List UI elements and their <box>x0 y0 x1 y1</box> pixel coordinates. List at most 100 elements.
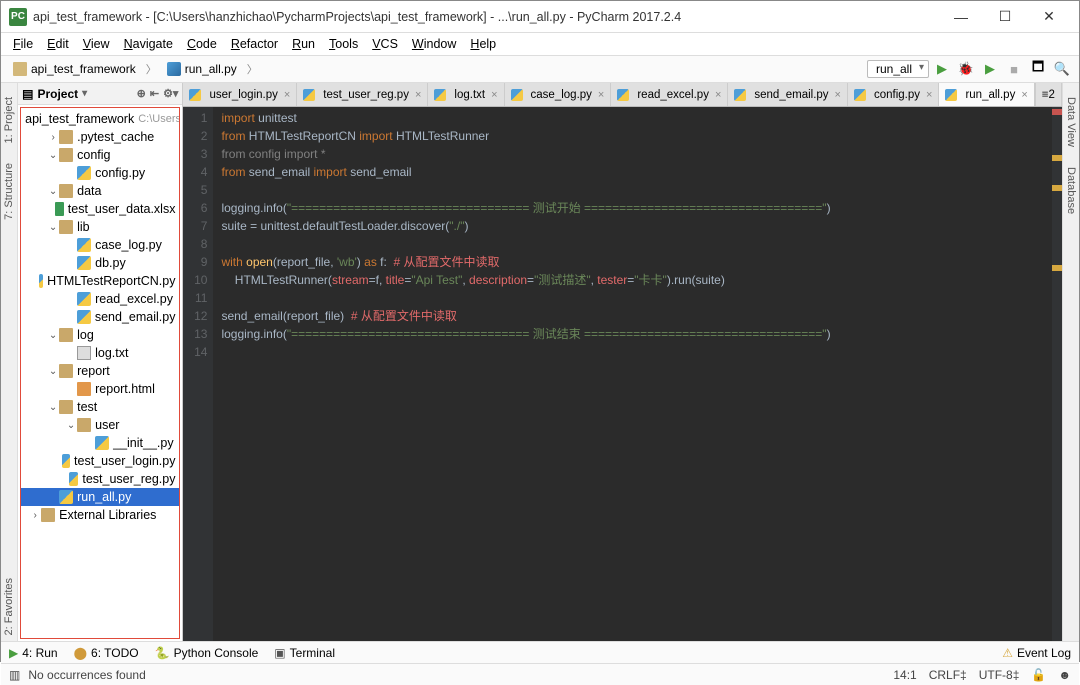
run-config-selector[interactable]: run_all <box>867 60 929 78</box>
run-coverage-button[interactable]: ▶ <box>979 58 1001 80</box>
editor-tab-test_user_reg-py[interactable]: test_user_reg.py× <box>297 83 428 106</box>
tool-4-run[interactable]: ▶4: Run <box>9 646 58 660</box>
tree-item-test_user_login-py[interactable]: test_user_login.py <box>21 452 179 470</box>
tool-tab-project[interactable]: 1: Project <box>1 91 17 149</box>
tool-terminal[interactable]: ▣Terminal <box>274 646 335 660</box>
tree-item--pytest_cache[interactable]: ›.pytest_cache <box>21 128 179 146</box>
editor-tab-read_excel-py[interactable]: read_excel.py× <box>611 83 728 106</box>
chevron-right-icon[interactable]: › <box>47 132 59 143</box>
tree-item-HTMLTestReportCN-py[interactable]: HTMLTestReportCN.py <box>21 272 179 290</box>
tree-item-test_user_data-xlsx[interactable]: test_user_data.xlsx <box>21 200 179 218</box>
menu-refactor[interactable]: Refactor <box>225 35 284 53</box>
file-encoding[interactable]: UTF-8‡ <box>979 668 1020 682</box>
editor-tab-config-py[interactable]: config.py× <box>848 83 939 106</box>
chevron-down-icon[interactable]: ⌄ <box>47 186 59 197</box>
tree-item-run_all-py[interactable]: run_all.py <box>21 488 179 506</box>
debug-button[interactable]: 🐞 <box>955 58 977 80</box>
tool-tab-favorites[interactable]: 2: Favorites <box>1 572 17 641</box>
breadcrumb-root[interactable]: api_test_framework <box>7 60 142 78</box>
maximize-button[interactable]: ☐ <box>983 3 1027 31</box>
project-tree[interactable]: api_test_frameworkC:\Users\ha›.pytest_ca… <box>20 107 180 639</box>
menu-file[interactable]: File <box>7 35 39 53</box>
locate-icon[interactable]: ⊕ <box>137 87 146 100</box>
event-log-button[interactable]: ⚠ Event Log <box>1002 646 1071 660</box>
collapse-icon[interactable]: ⇤ <box>150 87 159 100</box>
tool-windows-icon[interactable]: ▥ <box>9 668 20 682</box>
chevron-down-icon[interactable]: ⌄ <box>47 150 59 161</box>
caret-position[interactable]: 14:1 <box>893 668 916 682</box>
tree-item-data[interactable]: ⌄data <box>21 182 179 200</box>
layout-button[interactable]: 🗖 <box>1027 58 1049 80</box>
settings-icon[interactable]: ⚙▾ <box>163 87 178 100</box>
warning-marker[interactable] <box>1052 265 1062 271</box>
menu-run[interactable]: Run <box>286 35 321 53</box>
close-tab-icon[interactable]: × <box>284 89 290 101</box>
line-separator[interactable]: CRLF‡ <box>929 668 967 682</box>
tree-item-log[interactable]: ⌄log <box>21 326 179 344</box>
editor-tab-case_log-py[interactable]: case_log.py× <box>505 83 612 106</box>
menu-navigate[interactable]: Navigate <box>118 35 179 53</box>
chevron-right-icon[interactable]: › <box>29 510 41 521</box>
tree-item-report-html[interactable]: report.html <box>21 380 179 398</box>
close-tab-icon[interactable]: × <box>715 89 721 101</box>
editor-tab-run_all-py[interactable]: run_all.py× <box>939 83 1034 106</box>
editor-tab-log-txt[interactable]: log.txt× <box>428 83 504 106</box>
dropdown-icon[interactable]: ▾ <box>82 88 87 99</box>
tree-item-db-py[interactable]: db.py <box>21 254 179 272</box>
run-button[interactable]: ▶ <box>931 58 953 80</box>
close-tab-icon[interactable]: × <box>491 89 497 101</box>
chevron-down-icon[interactable]: ⌄ <box>65 420 77 431</box>
tree-item-log-txt[interactable]: log.txt <box>21 344 179 362</box>
editor-tab-send_email-py[interactable]: send_email.py× <box>728 83 848 106</box>
read-only-icon[interactable]: 🔓 <box>1031 668 1046 682</box>
tool-python-console[interactable]: 🐍Python Console <box>155 646 259 660</box>
hector-icon[interactable]: ☻ <box>1058 668 1071 682</box>
editor-body[interactable]: 1234567891011121314 import unittestfrom … <box>183 107 1061 641</box>
menu-help[interactable]: Help <box>464 35 502 53</box>
tool-tab-database[interactable]: Database <box>1063 161 1079 220</box>
tool-tab-dataview[interactable]: Data View <box>1063 91 1079 153</box>
error-marker[interactable] <box>1052 109 1062 115</box>
stop-button[interactable]: ■ <box>1003 58 1025 80</box>
close-tab-icon[interactable]: × <box>835 89 841 101</box>
tree-item-External-Libraries[interactable]: ›External Libraries <box>21 506 179 524</box>
tree-item-test_user_reg-py[interactable]: test_user_reg.py <box>21 470 179 488</box>
chevron-down-icon[interactable]: ⌄ <box>47 222 59 233</box>
breadcrumb-file[interactable]: run_all.py <box>161 60 243 78</box>
close-tab-icon[interactable]: × <box>598 89 604 101</box>
tree-item-config[interactable]: ⌄config <box>21 146 179 164</box>
menu-tools[interactable]: Tools <box>323 35 364 53</box>
menu-window[interactable]: Window <box>406 35 462 53</box>
tree-item-user[interactable]: ⌄user <box>21 416 179 434</box>
tree-item-report[interactable]: ⌄report <box>21 362 179 380</box>
tree-item-lib[interactable]: ⌄lib <box>21 218 179 236</box>
tree-item-config-py[interactable]: config.py <box>21 164 179 182</box>
menu-code[interactable]: Code <box>181 35 223 53</box>
menu-vcs[interactable]: VCS <box>366 35 404 53</box>
menu-view[interactable]: View <box>77 35 116 53</box>
tree-item-case_log-py[interactable]: case_log.py <box>21 236 179 254</box>
tool-6-todo[interactable]: ⬤6: TODO <box>74 646 139 660</box>
tool-tab-structure[interactable]: 7: Structure <box>1 157 17 226</box>
tree-item-test[interactable]: ⌄test <box>21 398 179 416</box>
warning-marker[interactable] <box>1052 185 1062 191</box>
tree-item-api_test_framework[interactable]: api_test_frameworkC:\Users\ha <box>21 110 179 128</box>
chevron-down-icon[interactable]: ⌄ <box>47 402 59 413</box>
warning-marker[interactable] <box>1052 155 1062 161</box>
close-tab-icon[interactable]: × <box>926 89 932 101</box>
close-tab-icon[interactable]: × <box>1021 89 1027 101</box>
chevron-down-icon[interactable]: ⌄ <box>47 366 59 377</box>
tree-item-read_excel-py[interactable]: read_excel.py <box>21 290 179 308</box>
editor-tab-user_login-py[interactable]: user_login.py× <box>183 83 297 106</box>
project-panel-header[interactable]: ▤ Project ▾ ⊕ ⇤ ⚙▾ <box>18 83 182 105</box>
error-stripe[interactable] <box>1052 107 1062 641</box>
close-tab-icon[interactable]: × <box>415 89 421 101</box>
tree-item-send_email-py[interactable]: send_email.py <box>21 308 179 326</box>
minimize-button[interactable]: — <box>939 3 983 31</box>
menu-edit[interactable]: Edit <box>41 35 75 53</box>
tabs-overflow[interactable]: ≡2 <box>1035 83 1062 106</box>
chevron-down-icon[interactable]: ⌄ <box>47 330 59 341</box>
close-button[interactable]: ✕ <box>1027 3 1071 31</box>
search-everywhere-button[interactable]: 🔍 <box>1051 58 1073 80</box>
tree-item-__init__-py[interactable]: __init__.py <box>21 434 179 452</box>
